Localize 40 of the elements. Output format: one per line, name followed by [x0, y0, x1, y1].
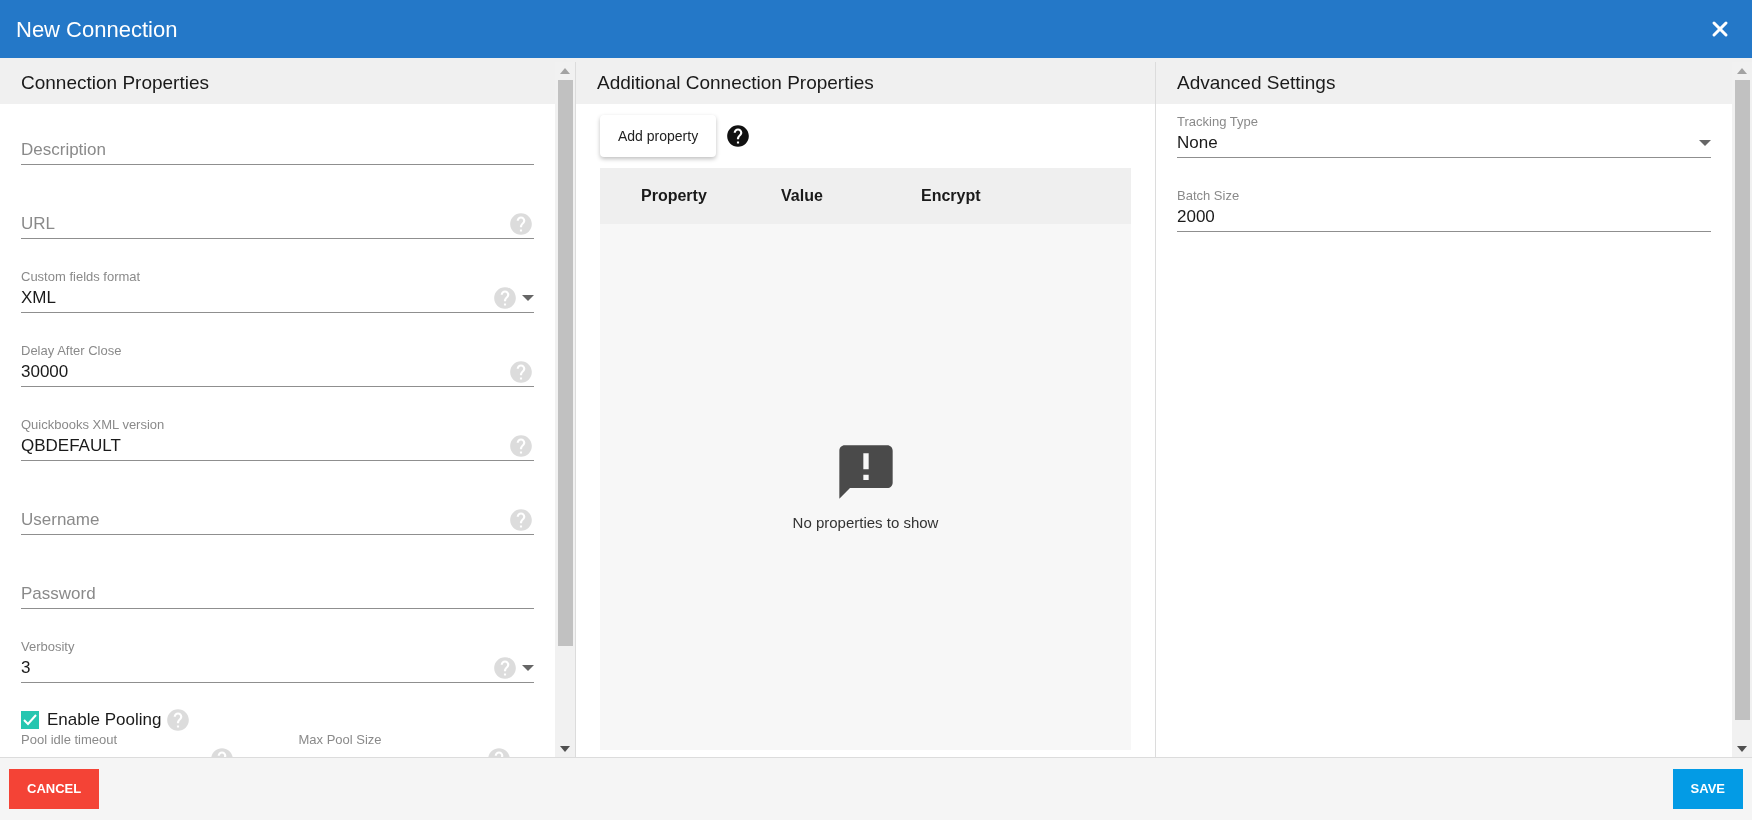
field-label: Max Pool Size — [298, 733, 383, 746]
dropdown-caret-icon[interactable] — [1699, 139, 1711, 146]
column-header: Property — [641, 186, 708, 206]
cancel-button[interactable]: CANCEL — [9, 769, 100, 809]
field-label: Tracking Type — [1177, 115, 1258, 128]
field-label: Quickbooks XML version — [21, 418, 165, 431]
dropdown-value[interactable]: XML — [21, 284, 488, 311]
dropdown-caret-icon[interactable] — [522, 664, 534, 671]
scroll-up-icon[interactable] — [560, 68, 570, 74]
field-label: Pool idle timeout — [21, 733, 119, 746]
input-field[interactable]: Username — [21, 506, 504, 533]
field-label: Custom fields format — [21, 270, 141, 283]
panel-header: Advanced Settings — [1156, 62, 1732, 104]
checkbox-label[interactable]: Enable Pooling — [47, 707, 162, 733]
input-field[interactable]: URL — [21, 210, 504, 237]
dropdown-caret-icon[interactable] — [522, 294, 534, 301]
window-title: New Connection — [16, 15, 178, 44]
dropdown-value[interactable]: None — [1177, 129, 1695, 156]
panel-header: Connection Properties — [0, 62, 555, 104]
scroll-down-icon[interactable] — [560, 746, 570, 752]
add-property-button[interactable]: Add property — [600, 115, 717, 157]
empty-message: No properties to show — [792, 512, 939, 533]
column-header: Value — [781, 186, 824, 206]
input-field[interactable]: Password — [21, 580, 534, 607]
input-field[interactable]: Description — [21, 136, 534, 163]
scrollbar[interactable] — [1732, 62, 1752, 757]
field-label: Verbosity — [21, 640, 75, 653]
column-header: Encrypt — [921, 186, 982, 206]
checkbox[interactable] — [21, 711, 39, 729]
field-value[interactable]: 2000 — [1177, 203, 1711, 230]
field-label: Batch Size — [1177, 189, 1240, 202]
help-icon[interactable] — [725, 123, 752, 149]
field-value[interactable]: 30000 — [21, 358, 504, 385]
dropdown-value[interactable]: 3 — [21, 654, 488, 681]
scroll-up-icon[interactable] — [1737, 68, 1747, 74]
field-label: Delay After Close — [21, 344, 122, 357]
scroll-down-icon[interactable] — [1737, 746, 1747, 752]
field-value[interactable]: QBDEFAULT — [21, 432, 504, 459]
panel-header: Additional Connection Properties — [576, 62, 1155, 104]
scrollbar[interactable] — [555, 62, 575, 757]
